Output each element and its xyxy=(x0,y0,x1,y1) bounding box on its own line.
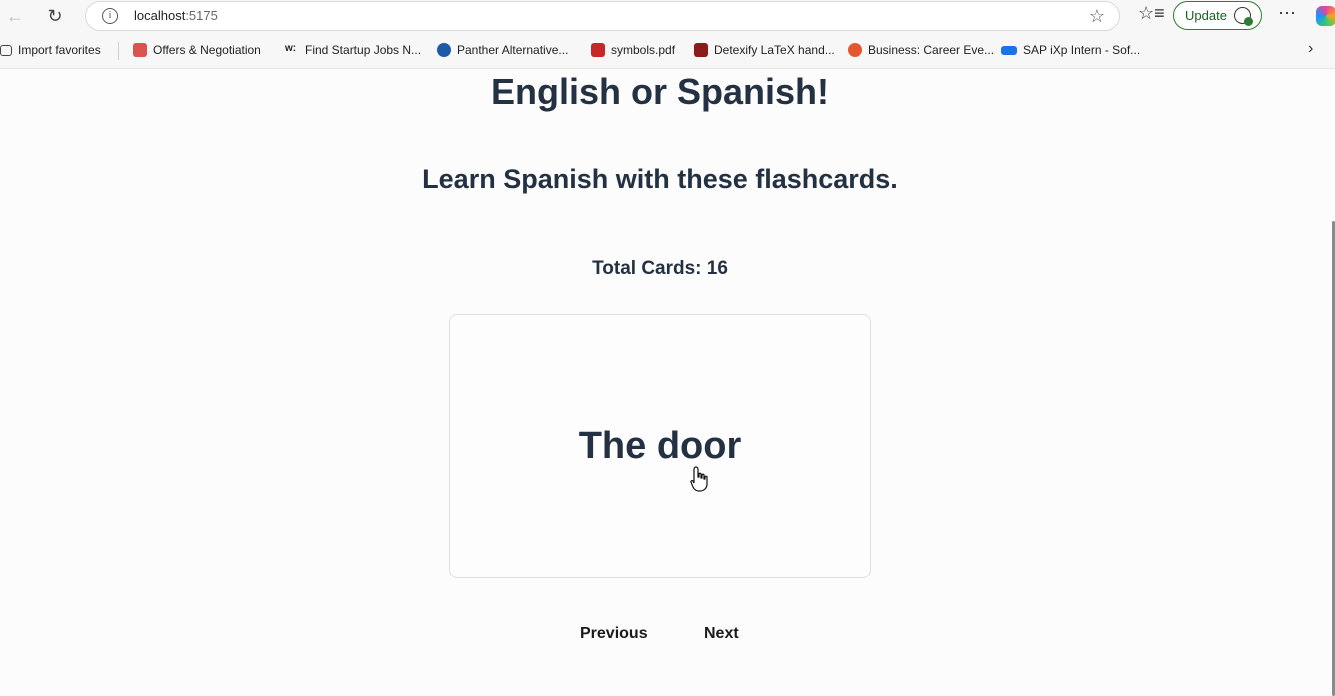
page-title: English or Spanish! xyxy=(490,71,830,112)
info-icon[interactable]: i xyxy=(102,8,118,24)
health-icon xyxy=(1234,7,1253,26)
more-icon[interactable]: ⋯ xyxy=(1278,3,1297,24)
import-icon xyxy=(0,44,12,56)
bookmarks-bar: Import favorites Offers & Negotiation w:… xyxy=(0,32,1335,69)
bookmark-career-events[interactable]: Business: Career Eve... xyxy=(848,43,994,57)
bookmark-sap-intern[interactable]: SAP iXp Intern - Sof... xyxy=(1001,43,1140,57)
refresh-icon[interactable]: ↻ xyxy=(42,3,68,29)
bookmark-offers[interactable]: Offers & Negotiation xyxy=(133,43,261,57)
bookmarks-divider xyxy=(118,42,119,60)
panther-icon xyxy=(437,43,451,57)
flashcard[interactable]: The door xyxy=(449,314,871,578)
pdf-icon xyxy=(591,43,605,57)
url-text[interactable]: localhost:5175 xyxy=(134,8,218,23)
bookmark-startup-jobs[interactable]: w: Find Startup Jobs N... xyxy=(285,43,421,57)
scrollbar[interactable] xyxy=(1331,69,1335,696)
career-icon xyxy=(848,43,862,57)
page-content: English or Spanish! Learn Spanish with t… xyxy=(0,69,1335,664)
wellfound-icon: w: xyxy=(285,43,297,54)
update-button[interactable]: Update xyxy=(1173,1,1262,30)
flashcard-text: The door xyxy=(578,424,742,467)
star-icon[interactable]: ☆ xyxy=(1089,6,1105,27)
update-label: Update xyxy=(1185,8,1227,23)
total-cards: Total Cards: 16 xyxy=(592,258,728,279)
hand-cursor-icon xyxy=(690,466,708,492)
browser-toolbar: ← ↻ i localhost:5175 ☆ ☆≡ Update ⋯ xyxy=(0,0,1335,32)
detexify-icon xyxy=(694,43,708,57)
offers-icon xyxy=(133,43,147,57)
favorites-icon[interactable]: ☆≡ xyxy=(1138,3,1165,24)
address-bar[interactable]: i localhost:5175 ☆ xyxy=(85,1,1120,31)
copilot-icon[interactable] xyxy=(1316,6,1335,26)
bookmark-symbols-pdf[interactable]: symbols.pdf xyxy=(591,43,675,57)
bookmark-panther[interactable]: Panther Alternative... xyxy=(437,43,568,57)
previous-button[interactable]: Previous xyxy=(580,625,648,643)
bookmark-detexify[interactable]: Detexify LaTeX hand... xyxy=(694,43,835,57)
page-subtitle: Learn Spanish with these flashcards. xyxy=(422,164,898,194)
chevron-right-icon[interactable]: › xyxy=(1308,40,1313,58)
bookmark-import-favorites[interactable]: Import favorites xyxy=(0,43,101,57)
back-icon[interactable]: ← xyxy=(2,3,28,29)
sap-icon xyxy=(1001,45,1017,55)
next-button[interactable]: Next xyxy=(704,625,739,643)
